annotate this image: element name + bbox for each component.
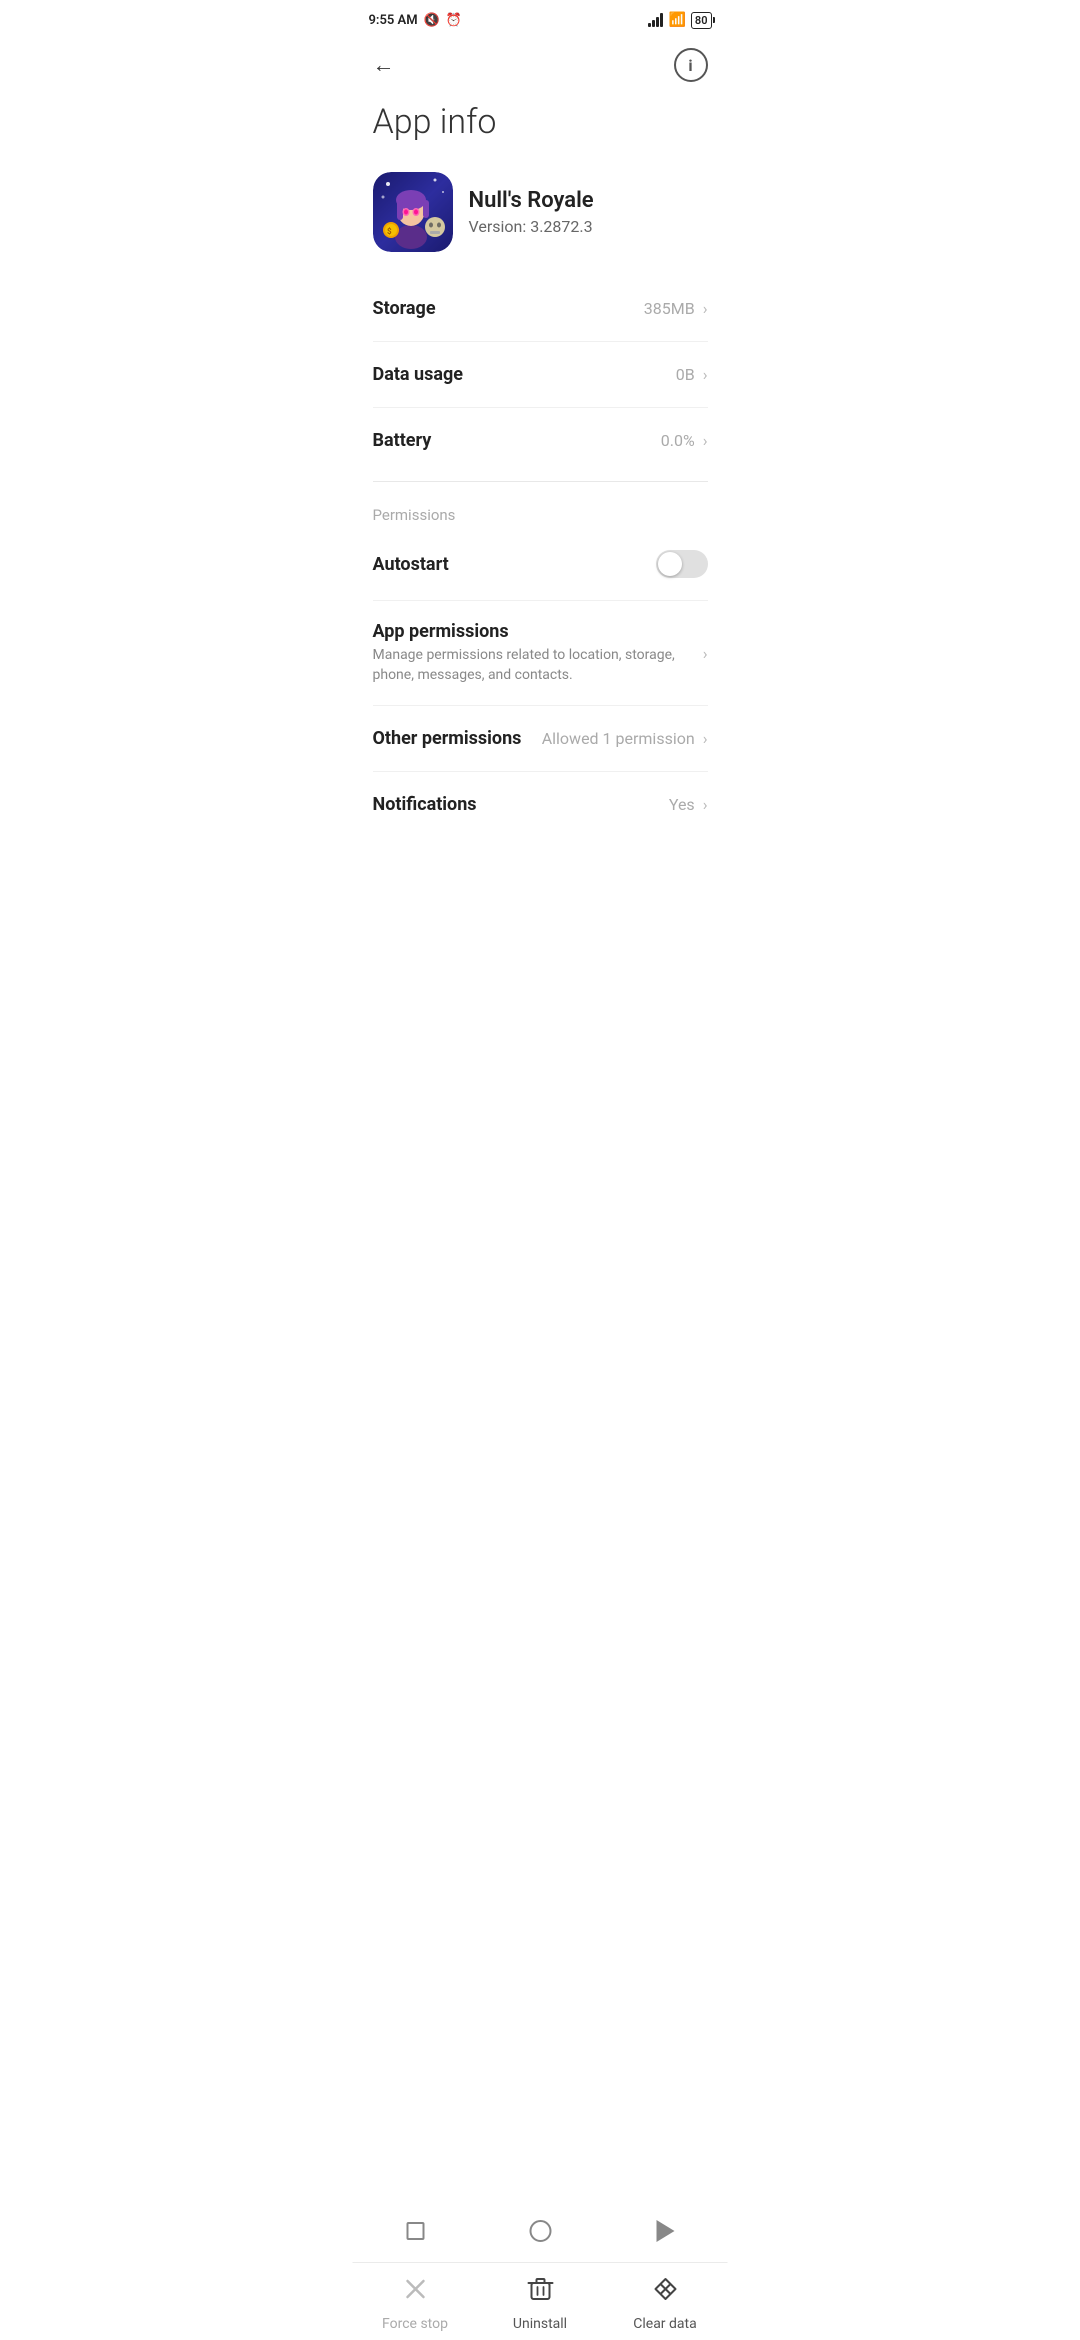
recent-apps-icon [406,2222,424,2240]
battery-value: 0.0% [661,431,695,450]
app-permissions-title: App permissions [373,621,691,642]
notifications-label: Notifications [373,794,477,815]
clear-data-button[interactable]: Clear data [625,2275,705,2332]
app-permissions-text: App permissions Manage permissions relat… [373,621,703,685]
other-permissions-value: Allowed 1 permission [542,729,695,748]
wifi-icon: 📶 [668,12,685,28]
home-icon [529,2220,551,2242]
other-permissions-chevron: › [703,729,708,748]
app-icon: $ [373,172,453,252]
app-permissions-desc: Manage permissions related to location, … [373,646,691,685]
battery-chevron: › [703,431,708,450]
app-permissions-row[interactable]: App permissions Manage permissions relat… [373,601,708,706]
settings-list: Storage 385MB › Data usage 0B › Battery … [353,276,728,473]
mute-icon: 🔇 [424,13,440,28]
notifications-chevron: › [703,795,708,814]
top-nav: ← i [353,36,728,94]
alarm-icon: ⏰ [446,13,462,28]
storage-label: Storage [373,298,436,319]
battery-label: Battery [373,430,432,451]
time-display: 9:55 AM [369,13,418,28]
app-version: Version: 3.2872.3 [469,217,594,236]
autostart-row: Autostart [373,528,708,601]
toggle-thumb [658,552,682,576]
clear-data-label: Clear data [633,2316,696,2332]
uninstall-button[interactable]: Uninstall [500,2275,580,2332]
back-nav-icon [656,2220,674,2242]
notifications-row[interactable]: Notifications Yes › [373,772,708,837]
battery-value-row: 0.0% › [661,431,708,450]
data-usage-value-row: 0B › [676,365,708,384]
force-stop-button[interactable]: Force stop [375,2275,455,2332]
page-title: App info [353,94,728,162]
other-permissions-row[interactable]: Other permissions Allowed 1 permission › [373,706,708,772]
battery-item[interactable]: Battery 0.0% › [373,408,708,473]
permissions-section-label: Permissions [353,490,728,528]
recent-apps-button[interactable] [401,2217,429,2245]
info-button[interactable]: i [674,48,708,82]
data-usage-label: Data usage [373,364,464,385]
notifications-value: Yes [669,795,695,814]
storage-item[interactable]: Storage 385MB › [373,276,708,342]
back-nav-button[interactable] [651,2217,679,2245]
other-permissions-label: Other permissions [373,728,522,749]
data-usage-value: 0B [676,365,695,384]
data-usage-item[interactable]: Data usage 0B › [373,342,708,408]
back-button[interactable]: ← [373,52,395,78]
nav-bar [353,2207,728,2255]
clear-data-icon [651,2275,679,2310]
bottom-actions-bar: Force stop Uninstall Clear data [353,2262,728,2340]
notifications-value-row: Yes › [669,795,708,814]
permissions-section: Autostart App permissions Manage permiss… [353,528,728,837]
autostart-toggle[interactable] [656,550,708,578]
section-divider [373,481,708,482]
uninstall-label: Uninstall [513,2316,567,2332]
storage-value: 385MB [644,299,695,318]
uninstall-icon [526,2275,554,2310]
app-name: Null's Royale [469,188,594,213]
home-button[interactable] [526,2217,554,2245]
other-permissions-value-row: Allowed 1 permission › [542,729,708,748]
force-stop-icon [401,2275,429,2310]
svg-text:$: $ [387,227,392,236]
signal-icon [648,13,663,27]
autostart-label: Autostart [373,554,449,575]
storage-chevron: › [703,299,708,318]
status-right: 📶 80 [648,12,711,29]
status-bar: 9:55 AM 🔇 ⏰ 📶 80 [353,0,728,36]
battery-indicator: 80 [691,12,712,29]
status-left: 9:55 AM 🔇 ⏰ [369,13,462,28]
force-stop-label: Force stop [382,2316,448,2332]
data-usage-chevron: › [703,365,708,384]
app-permissions-chevron: › [703,644,708,663]
app-info-text: Null's Royale Version: 3.2872.3 [469,188,594,236]
app-header: $ Null's Royale Version: 3.2872.3 [353,162,728,276]
storage-value-row: 385MB › [644,299,708,318]
